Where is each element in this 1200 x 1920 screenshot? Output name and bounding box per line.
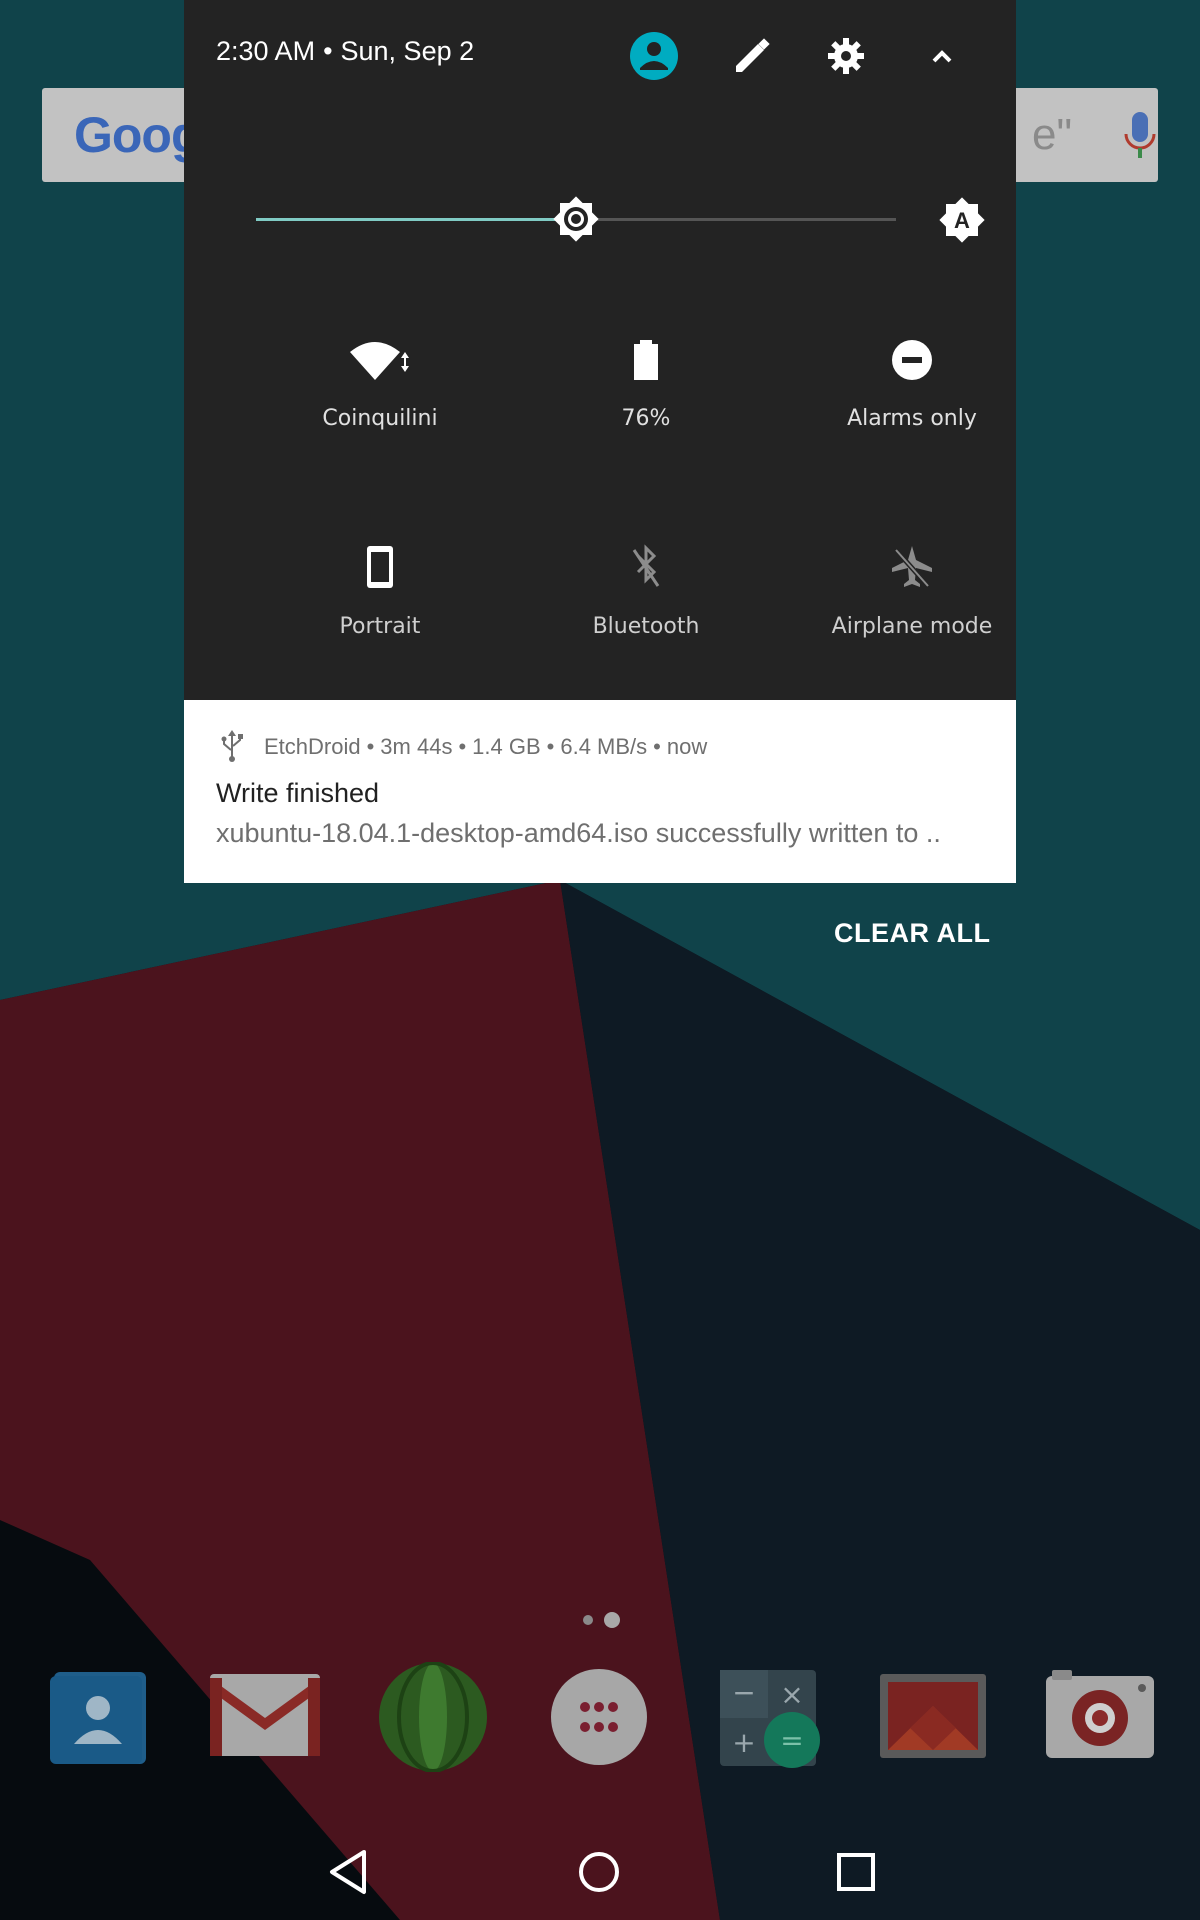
collapse-icon[interactable] [916, 30, 968, 82]
quick-settings-panel: 2:30 AM • Sun, Sep 2 A Coinquilini 76% A… [184, 0, 1016, 700]
auto-brightness-label: A [954, 208, 970, 233]
notification-title: Write finished [216, 778, 380, 808]
home-icon[interactable] [569, 1842, 629, 1902]
search-hint: e" [1032, 110, 1073, 159]
tile-airplane[interactable]: Airplane mode [782, 542, 1042, 692]
contacts-icon[interactable] [44, 1662, 154, 1772]
notification-meta: EtchDroid • 3m 44s • 1.4 GB • 6.4 MB/s • now [264, 734, 707, 760]
gmail-icon[interactable] [210, 1662, 320, 1772]
gallery-icon[interactable] [878, 1662, 988, 1772]
svg-text:×: × [780, 1678, 803, 1711]
account-icon[interactable] [628, 30, 680, 82]
portrait-icon [367, 546, 393, 588]
tile-bluetooth[interactable]: Bluetooth [516, 542, 776, 692]
airplane-off-icon [892, 546, 932, 588]
notification-app: EtchDroid [264, 734, 361, 759]
app-icon[interactable] [378, 1662, 488, 1772]
tile-do-not-disturb[interactable]: Alarms only [782, 334, 1042, 484]
svg-text:=: = [780, 1724, 803, 1757]
battery-icon [634, 340, 658, 380]
clear-all-button[interactable]: CLEAR ALL [834, 918, 990, 949]
tile-rotation[interactable]: Portrait [250, 542, 510, 692]
notification-text: xubuntu-18.04.1-desktop-amd64.iso succes… [216, 818, 941, 848]
page-indicator [583, 1612, 620, 1628]
usb-icon [221, 730, 243, 762]
notification-speed: 6.4 MB/s [560, 734, 648, 759]
brightness-slider[interactable] [256, 196, 896, 242]
tile-label-dnd: Alarms only [847, 406, 977, 431]
mic-icon[interactable] [1120, 110, 1160, 162]
recents-icon[interactable] [826, 1842, 886, 1902]
tile-label-airplane: Airplane mode [831, 614, 993, 639]
clock: 2:30 AM [216, 36, 316, 66]
tile-label-wifi: Coinquilini [322, 406, 438, 431]
tile-label-battery: 76% [621, 406, 671, 431]
separator: • [546, 734, 555, 759]
tile-label-rotation: Portrait [339, 614, 421, 639]
separator: • [323, 36, 333, 66]
date: Sun, Sep 2 [340, 36, 475, 66]
back-icon[interactable] [318, 1842, 378, 1902]
notification-size: 1.4 GB [472, 734, 541, 759]
settings-icon[interactable] [820, 30, 872, 82]
brightness-thumb[interactable] [549, 192, 603, 246]
separator: • [366, 734, 375, 759]
tile-label-bluetooth: Bluetooth [592, 614, 700, 639]
tile-wifi[interactable]: Coinquilini [250, 334, 510, 484]
status-datetime: 2:30 AM • Sun, Sep 2 [216, 36, 474, 67]
edit-icon[interactable] [724, 30, 776, 82]
auto-brightness-icon[interactable]: A [936, 194, 988, 246]
brightness-fill [256, 218, 576, 221]
wifi-icon [350, 342, 409, 380]
camera-icon[interactable] [1044, 1662, 1154, 1772]
app-drawer-icon[interactable] [544, 1662, 654, 1772]
notification-elapsed: 3m 44s [380, 734, 453, 759]
tile-battery[interactable]: 76% [516, 334, 776, 484]
calculator-icon[interactable]: − × + = [712, 1662, 822, 1772]
separator: • [653, 734, 661, 759]
do-not-disturb-icon [892, 340, 932, 380]
svg-text:−: − [732, 1676, 755, 1709]
separator: • [458, 734, 467, 759]
svg-text:+: + [732, 1726, 755, 1759]
bluetooth-off-icon [632, 544, 660, 587]
notification-card[interactable]: EtchDroid • 3m 44s • 1.4 GB • 6.4 MB/s • now Wri… [184, 700, 1016, 883]
notification-time: now [666, 734, 708, 759]
